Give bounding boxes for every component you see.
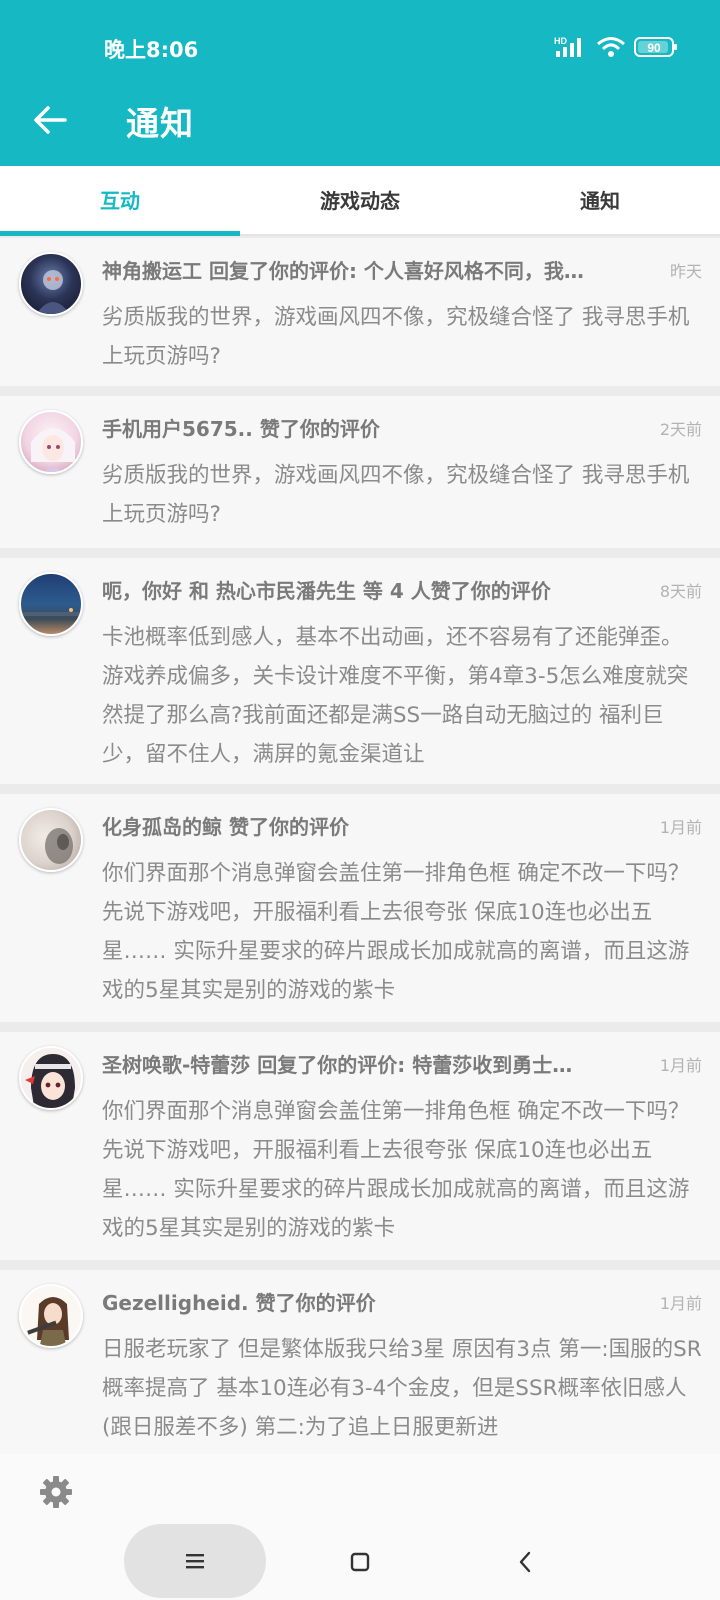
- tab-game-news[interactable]: 游戏动态: [240, 166, 480, 234]
- notification-time: 1月前: [659, 1294, 702, 1313]
- notification-item[interactable]: 化身孤岛的鲸 赞了你的评价 1月前 你们界面那个消息弹窗会盖住第一排角色框 确定…: [0, 794, 720, 1022]
- gear-icon: [40, 1476, 72, 1508]
- notification-body: 你们界面那个消息弹窗会盖住第一排角色框 确定不改一下吗？ 先说下游戏吧，开服福利…: [102, 1099, 690, 1241]
- tab-interaction[interactable]: 互动: [0, 166, 240, 236]
- notification-body: 卡池概率低到感人，基本不出动画，还不容易有了还能弹歪。游戏养成偏多，关卡设计难度…: [102, 625, 689, 767]
- back-button[interactable]: [24, 94, 76, 146]
- notification-header: 圣树唤歌-特蕾莎 回复了你的评价: 特蕾莎收到勇士…: [102, 1053, 573, 1077]
- page-title: 通知: [126, 104, 194, 143]
- settings-button[interactable]: [36, 1472, 76, 1512]
- notification-item[interactable]: 圣树唤歌-特蕾莎 回复了你的评价: 特蕾莎收到勇士… 1月前 你们界面那个消息弹…: [0, 1032, 720, 1260]
- tab-notice[interactable]: 通知: [480, 166, 720, 234]
- avatar[interactable]: [19, 572, 83, 636]
- network-label: HD: [554, 36, 567, 46]
- notification-header: 神角搬运工 回复了你的评价: 个人喜好风格不同，我…: [102, 259, 584, 283]
- notification-time: 昨天: [669, 262, 702, 281]
- notification-time: 2天前: [659, 420, 702, 439]
- nav-home-button[interactable]: [340, 1542, 380, 1582]
- notification-body: 你们界面那个消息弹窗会盖住第一排角色框 确定不改一下吗？ 先说下游戏吧，开服福利…: [102, 861, 690, 1003]
- avatar[interactable]: [19, 1284, 83, 1348]
- back-icon: [519, 1551, 531, 1573]
- notification-time: 1月前: [659, 818, 702, 837]
- menu-icon: [186, 1554, 204, 1569]
- notification-list: 神角搬运工 回复了你的评价: 个人喜好风格不同，我… 昨天 劣质版我的世界，游戏…: [0, 238, 720, 1454]
- notification-item[interactable]: 呃，你好 和 热心市民潘先生 等 4 人赞了你的评价 8天前 卡池概率低到感人，…: [0, 558, 720, 784]
- bottom-area: [0, 1454, 720, 1600]
- notification-item[interactable]: Gezelligheid. 赞了你的评价 1月前 日服老玩家了 但是繁体版我只给…: [0, 1270, 720, 1454]
- battery-icon: 90: [634, 35, 678, 63]
- notification-time: 1月前: [659, 1056, 702, 1075]
- status-time: 晚上8:06: [104, 38, 199, 62]
- nav-menu-button[interactable]: [124, 1524, 266, 1598]
- notification-time: 8天前: [659, 582, 702, 601]
- avatar[interactable]: [19, 410, 83, 474]
- status-icons: HD 90: [554, 36, 678, 62]
- notification-body: 劣质版我的世界，游戏画风四不像，究极缝合怪了 我寻思手机上玩页游吗?: [102, 463, 690, 527]
- notification-header: 化身孤岛的鲸 赞了你的评价: [102, 815, 349, 839]
- notification-body: 日服老玩家了 但是繁体版我只给3星 原因有3点 第一:国服的SR概率提高了 基本…: [102, 1337, 702, 1440]
- app-bar: 晚上8:06 HD 90 通知: [0, 0, 720, 166]
- wifi-icon: [596, 35, 626, 63]
- system-nav-bar: [0, 1522, 720, 1600]
- notification-header: 手机用户5675.. 赞了你的评价: [102, 417, 380, 441]
- notification-header: Gezelligheid. 赞了你的评价: [102, 1291, 376, 1315]
- battery-level: 90: [647, 41, 661, 55]
- signal-icon: HD: [554, 35, 588, 63]
- nav-back-button[interactable]: [505, 1542, 545, 1582]
- notification-item[interactable]: 手机用户5675.. 赞了你的评价 2天前 劣质版我的世界，游戏画风四不像，究极…: [0, 396, 720, 548]
- notification-body: 劣质版我的世界，游戏画风四不像，究极缝合怪了 我寻思手机上玩页游吗?: [102, 305, 690, 369]
- avatar[interactable]: [19, 1046, 83, 1110]
- tab-bar: 互动 游戏动态 通知: [0, 166, 720, 236]
- notification-item[interactable]: 神角搬运工 回复了你的评价: 个人喜好风格不同，我… 昨天 劣质版我的世界，游戏…: [0, 238, 720, 386]
- arrow-left-icon: [34, 106, 67, 134]
- avatar[interactable]: [19, 808, 83, 872]
- avatar[interactable]: [19, 252, 83, 316]
- notification-header: 呃，你好 和 热心市民潘先生 等 4 人赞了你的评价: [102, 579, 551, 603]
- home-icon: [350, 1552, 370, 1572]
